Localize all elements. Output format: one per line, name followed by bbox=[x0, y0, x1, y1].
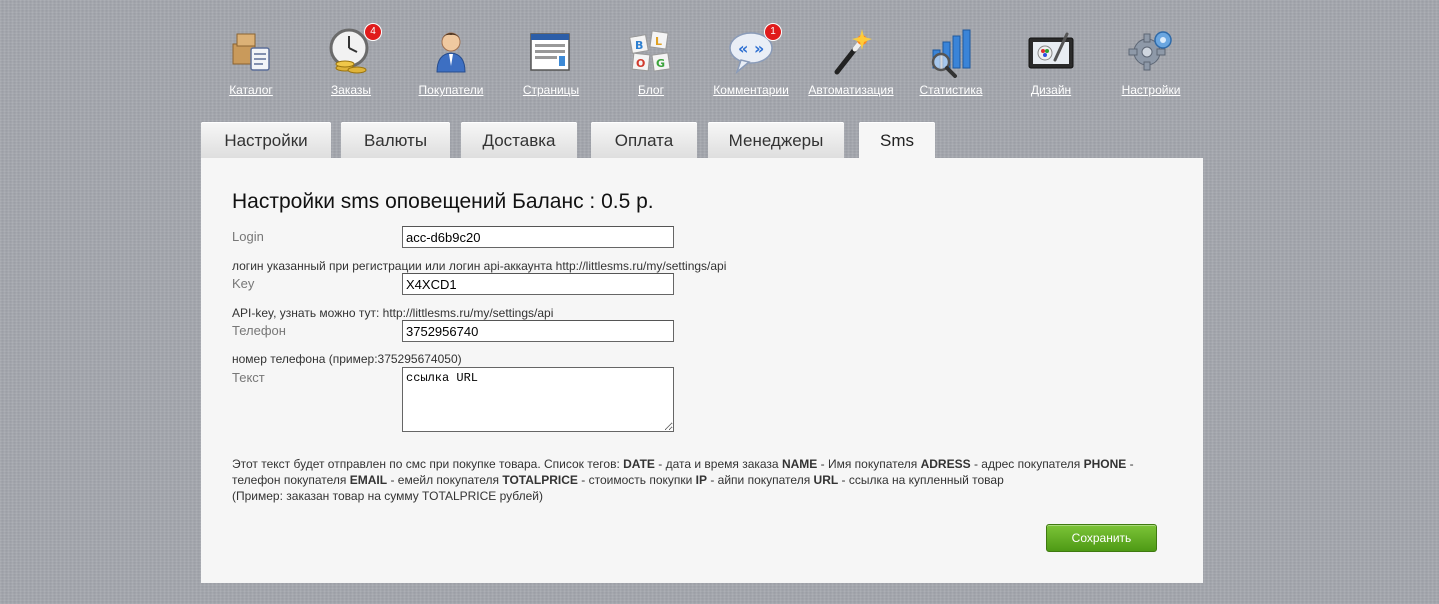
tag-phone: PHONE bbox=[1083, 457, 1127, 471]
description-text: Этот текст будет отправлен по смс при по… bbox=[232, 457, 624, 471]
save-button[interactable]: Сохранить bbox=[1046, 524, 1157, 552]
tab-settings[interactable]: Настройки bbox=[201, 122, 331, 158]
nav-label[interactable]: Дизайн bbox=[1001, 83, 1101, 97]
nav-label[interactable]: Заказы bbox=[301, 83, 401, 97]
statistics-icon bbox=[925, 26, 977, 78]
nav-label[interactable]: Автоматизация bbox=[801, 83, 901, 97]
key-label: Key bbox=[232, 276, 255, 291]
nav-item-blog[interactable]: B L O G Блог bbox=[601, 26, 701, 97]
gear-icon bbox=[1125, 26, 1177, 78]
svg-text:«: « bbox=[738, 39, 748, 58]
tags-description: Этот текст будет отправлен по смс при по… bbox=[232, 456, 1162, 504]
catalog-icon bbox=[225, 26, 277, 78]
nav-item-settings[interactable]: Настройки bbox=[1101, 26, 1201, 97]
magic-wand-icon bbox=[825, 26, 877, 78]
sms-settings-panel: Настройки sms оповещений Баланс : 0.5 р.… bbox=[201, 158, 1203, 583]
nav-label[interactable]: Комментарии bbox=[701, 83, 801, 97]
svg-text:L: L bbox=[655, 35, 662, 48]
login-hint: логин указанный при регистрации или логи… bbox=[232, 259, 727, 273]
nav-label[interactable]: Настройки bbox=[1101, 83, 1201, 97]
page-title: Настройки sms оповещений Баланс : 0.5 р. bbox=[232, 190, 654, 213]
description-text: - адрес покупателя bbox=[970, 457, 1084, 471]
svg-text:»: » bbox=[754, 39, 764, 58]
description-example: (Пример: заказан товар на сумму TOTALPRI… bbox=[232, 489, 544, 503]
description-text: - емейл покупателя bbox=[387, 473, 503, 487]
key-input[interactable] bbox=[402, 273, 674, 295]
nav-label[interactable]: Страницы bbox=[501, 83, 601, 97]
svg-text:O: O bbox=[636, 57, 645, 70]
nav-item-orders[interactable]: 4 Заказы bbox=[301, 24, 401, 97]
comments-icon: « » 1 bbox=[725, 24, 781, 78]
login-label: Login bbox=[232, 229, 264, 244]
nav-item-statistics[interactable]: Статистика bbox=[901, 26, 1001, 97]
nav-label[interactable]: Покупатели bbox=[401, 83, 501, 97]
description-text: - стоимость покупки bbox=[577, 473, 696, 487]
description-text: - дата и время заказа bbox=[654, 457, 782, 471]
phone-label: Телефон bbox=[232, 323, 286, 338]
nav-item-design[interactable]: Дизайн bbox=[1001, 26, 1101, 97]
login-input[interactable] bbox=[402, 226, 674, 248]
nav-item-comments[interactable]: « » 1 Комментарии bbox=[701, 24, 801, 97]
tag-ip: IP bbox=[695, 473, 708, 487]
key-hint: API-key, узнать можно тут: http://little… bbox=[232, 306, 554, 320]
nav-item-pages[interactable]: Страницы bbox=[501, 26, 601, 97]
text-label: Текст bbox=[232, 370, 265, 385]
sms-text-textarea[interactable]: ссылка URL bbox=[402, 367, 674, 432]
svg-text:G: G bbox=[656, 57, 665, 70]
description-text: - айпи покупателя bbox=[707, 473, 814, 487]
customers-icon bbox=[425, 26, 477, 78]
nav-item-catalog[interactable]: Каталог bbox=[201, 26, 301, 97]
tag-date: DATE bbox=[623, 457, 655, 471]
pages-icon bbox=[525, 26, 577, 78]
nav-item-customers[interactable]: Покупатели bbox=[401, 26, 501, 97]
phone-hint: номер телефона (пример:375295674050) bbox=[232, 352, 462, 366]
blog-icon: B L O G bbox=[625, 26, 677, 78]
description-text: - ссылка на купленный товар bbox=[838, 473, 1004, 487]
phone-input[interactable] bbox=[402, 320, 674, 342]
design-icon bbox=[1025, 26, 1077, 78]
svg-text:B: B bbox=[635, 39, 643, 52]
tag-url: URL bbox=[813, 473, 839, 487]
orders-badge: 4 bbox=[365, 24, 381, 40]
nav-label[interactable]: Каталог bbox=[201, 83, 301, 97]
tab-sms[interactable]: Sms bbox=[859, 122, 935, 158]
top-navigation: Каталог 4 Заказы Покупатели Страницы B L… bbox=[201, 24, 1203, 102]
orders-icon: 4 bbox=[325, 24, 381, 78]
description-text: - Имя покупателя bbox=[817, 457, 921, 471]
nav-label[interactable]: Статистика bbox=[901, 83, 1001, 97]
comments-badge: 1 bbox=[765, 24, 781, 40]
tab-managers[interactable]: Менеджеры bbox=[708, 122, 844, 158]
tag-adress: ADRESS bbox=[920, 457, 971, 471]
nav-item-automation[interactable]: Автоматизация bbox=[801, 26, 901, 97]
tag-email: EMAIL bbox=[349, 473, 388, 487]
tab-payment[interactable]: Оплата bbox=[591, 122, 697, 158]
tab-currencies[interactable]: Валюты bbox=[341, 122, 450, 158]
nav-label[interactable]: Блог bbox=[601, 83, 701, 97]
tag-name: NAME bbox=[781, 457, 818, 471]
tag-totalprice: TOTALPRICE bbox=[502, 473, 578, 487]
tab-delivery[interactable]: Доставка bbox=[461, 122, 577, 158]
